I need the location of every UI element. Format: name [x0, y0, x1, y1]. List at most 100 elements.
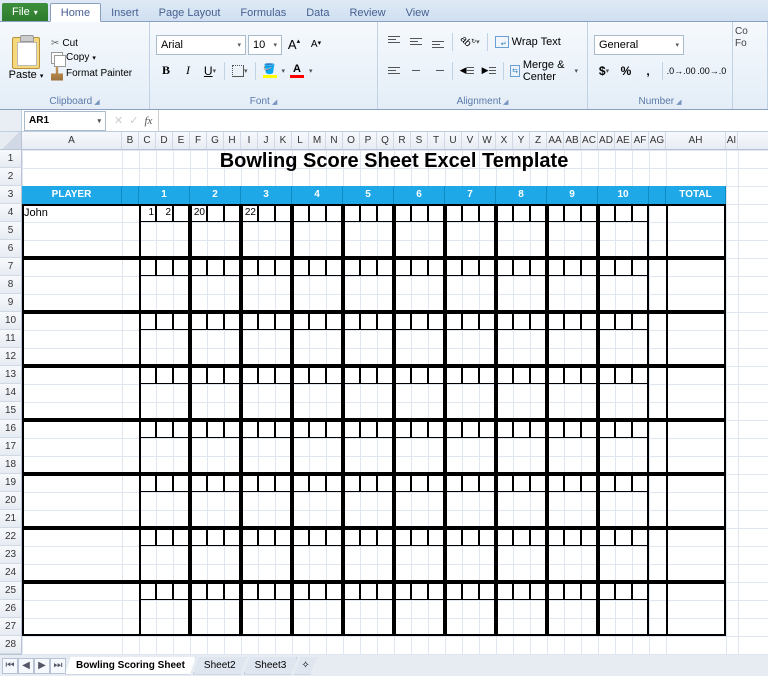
- col-header-I[interactable]: I: [241, 132, 258, 149]
- italic-button[interactable]: I: [178, 61, 198, 81]
- col-header-U[interactable]: U: [445, 132, 462, 149]
- row-header-18[interactable]: 18: [0, 456, 22, 474]
- row-header-5[interactable]: 5: [0, 222, 22, 240]
- tab-formulas[interactable]: Formulas: [230, 4, 296, 21]
- number-launcher-icon[interactable]: ◢: [676, 98, 681, 106]
- borders-button[interactable]: ▾: [229, 61, 251, 81]
- paste-button[interactable]: Paste ▾: [6, 37, 46, 81]
- font-launcher-icon[interactable]: ◢: [272, 98, 277, 106]
- row-header-4[interactable]: 4: [0, 204, 22, 222]
- row-header-26[interactable]: 26: [0, 600, 22, 618]
- cut-button[interactable]: ✂Cut: [48, 37, 135, 50]
- format-painter-button[interactable]: Format Painter: [48, 66, 135, 82]
- row-header-25[interactable]: 25: [0, 582, 22, 600]
- col-header-M[interactable]: M: [309, 132, 326, 149]
- decrease-indent-button[interactable]: ◀: [457, 61, 477, 81]
- align-top-button[interactable]: [384, 32, 404, 52]
- col-header-AI[interactable]: AI: [726, 132, 738, 149]
- col-header-K[interactable]: K: [275, 132, 292, 149]
- row-header-1[interactable]: 1: [0, 150, 22, 168]
- row-header-11[interactable]: 11: [0, 330, 22, 348]
- row-header-12[interactable]: 12: [0, 348, 22, 366]
- clipboard-launcher-icon[interactable]: ◢: [94, 98, 99, 106]
- col-header-W[interactable]: W: [479, 132, 496, 149]
- decrease-decimal-button[interactable]: .00→.0: [697, 61, 726, 81]
- accounting-button[interactable]: $ ▾: [594, 61, 614, 81]
- col-header-Y[interactable]: Y: [513, 132, 530, 149]
- underline-button[interactable]: U ▾: [200, 61, 220, 81]
- bold-button[interactable]: B: [156, 61, 176, 81]
- sheet-first-icon[interactable]: ⏮: [2, 658, 18, 674]
- row-header-15[interactable]: 15: [0, 402, 22, 420]
- col-header-AH[interactable]: AH: [666, 132, 726, 149]
- shrink-font-button[interactable]: A▾: [306, 35, 326, 55]
- row-header-3[interactable]: 3: [0, 186, 22, 204]
- col-header-B[interactable]: B: [122, 132, 139, 149]
- col-header-T[interactable]: T: [428, 132, 445, 149]
- tab-review[interactable]: Review: [339, 4, 395, 21]
- percent-button[interactable]: %: [616, 61, 636, 81]
- select-all-corner[interactable]: [0, 132, 22, 149]
- col-header-AE[interactable]: AE: [615, 132, 632, 149]
- grow-font-button[interactable]: A▴: [284, 35, 304, 55]
- row-header-19[interactable]: 19: [0, 474, 22, 492]
- increase-decimal-button[interactable]: .0→.00: [667, 61, 696, 81]
- row-header-24[interactable]: 24: [0, 564, 22, 582]
- cancel-icon[interactable]: ✕: [114, 114, 123, 127]
- col-header-AD[interactable]: AD: [598, 132, 615, 149]
- align-left-button[interactable]: [384, 61, 404, 81]
- sheet-tab-active[interactable]: Bowling Scoring Sheet: [65, 657, 196, 675]
- col-header-S[interactable]: S: [411, 132, 428, 149]
- row-header-20[interactable]: 20: [0, 492, 22, 510]
- col-header-H[interactable]: H: [224, 132, 241, 149]
- col-header-AF[interactable]: AF: [632, 132, 649, 149]
- col-header-G[interactable]: G: [207, 132, 224, 149]
- col-header-AG[interactable]: AG: [649, 132, 666, 149]
- col-header-Q[interactable]: Q: [377, 132, 394, 149]
- new-sheet-button[interactable]: ✧: [294, 657, 316, 675]
- row-header-13[interactable]: 13: [0, 366, 22, 384]
- col-header-Z[interactable]: Z: [530, 132, 547, 149]
- fill-color-button[interactable]: 🪣: [260, 61, 280, 81]
- col-header-L[interactable]: L: [292, 132, 309, 149]
- align-right-button[interactable]: [428, 61, 448, 81]
- row-header-16[interactable]: 16: [0, 420, 22, 438]
- col-header-D[interactable]: D: [156, 132, 173, 149]
- row-header-6[interactable]: 6: [0, 240, 22, 258]
- increase-indent-button[interactable]: ▶: [479, 61, 499, 81]
- spreadsheet-grid[interactable]: Bowling Score Sheet Excel TemplatePLAYER…: [22, 150, 768, 654]
- row-header-14[interactable]: 14: [0, 384, 22, 402]
- row-header-7[interactable]: 7: [0, 258, 22, 276]
- tab-page-layout[interactable]: Page Layout: [149, 4, 231, 21]
- sheet-prev-icon[interactable]: ◀: [18, 658, 34, 674]
- font-size-select[interactable]: 10▾: [248, 35, 282, 55]
- comma-button[interactable]: ,: [638, 61, 658, 81]
- col-header-AC[interactable]: AC: [581, 132, 598, 149]
- col-header-AB[interactable]: AB: [564, 132, 581, 149]
- alignment-launcher-icon[interactable]: ◢: [503, 98, 508, 106]
- row-header-23[interactable]: 23: [0, 546, 22, 564]
- number-format-select[interactable]: General▾: [594, 35, 684, 55]
- sheet-last-icon[interactable]: ⏭: [50, 658, 66, 674]
- enter-icon[interactable]: ✓: [129, 114, 138, 127]
- row-header-2[interactable]: 2: [0, 168, 22, 186]
- col-header-E[interactable]: E: [173, 132, 190, 149]
- col-header-C[interactable]: C: [139, 132, 156, 149]
- tab-home[interactable]: Home: [50, 3, 101, 22]
- row-header-10[interactable]: 10: [0, 312, 22, 330]
- col-header-A[interactable]: A: [22, 132, 122, 149]
- row-header-27[interactable]: 27: [0, 618, 22, 636]
- sheet-tab-3[interactable]: Sheet3: [244, 657, 298, 675]
- orientation-button[interactable]: ab↻ ▾: [457, 32, 483, 52]
- col-header-F[interactable]: F: [190, 132, 207, 149]
- font-color-button[interactable]: A: [287, 61, 307, 81]
- col-header-AA[interactable]: AA: [547, 132, 564, 149]
- name-box[interactable]: AR1▾: [24, 111, 106, 131]
- col-header-J[interactable]: J: [258, 132, 275, 149]
- col-header-N[interactable]: N: [326, 132, 343, 149]
- col-header-R[interactable]: R: [394, 132, 411, 149]
- row-header-9[interactable]: 9: [0, 294, 22, 312]
- row-header-8[interactable]: 8: [0, 276, 22, 294]
- col-header-O[interactable]: O: [343, 132, 360, 149]
- font-name-select[interactable]: Arial▾: [156, 35, 246, 55]
